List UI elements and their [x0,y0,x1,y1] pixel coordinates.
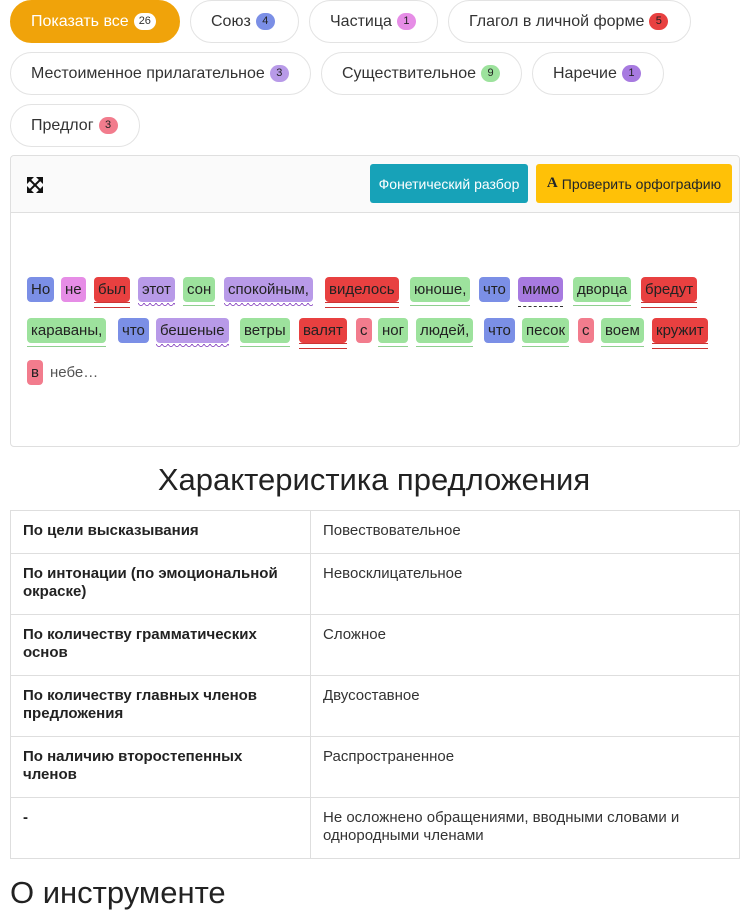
filter-show-all[interactable]: Показать все 26 [10,0,180,43]
table-row: - Не осложнено обращениями, вводными сло… [10,797,740,859]
check-spelling-label: Проверить орфографию [561,175,722,192]
spellcheck-icon: A [546,175,558,191]
filter-count-badge: 9 [481,65,501,82]
filter-label: Местоименное прилагательное [31,64,265,82]
filter-label: Предлог [31,116,94,134]
filter-adverb[interactable]: Наречие 1 [532,52,664,95]
about-title: О инструменте [10,875,226,910]
filter-count-badge: 26 [133,13,156,30]
word-token[interactable]: этот [138,277,175,308]
word-token[interactable]: ветры [240,318,290,347]
word-token[interactable]: кружит [652,318,708,349]
word-token[interactable]: мимо [518,277,564,307]
filter-label: Существительное [342,64,477,82]
text-analysis-card: Фонетический разбор A Проверить орфограф… [10,155,740,447]
word-token[interactable]: бредут [641,277,698,308]
filter-verb[interactable]: Глагол в личной форме 5 [448,0,691,43]
row-key: По интонации (по эмоциональной окраске) [10,553,311,615]
word-token[interactable]: с [356,318,372,343]
row-value: Распространенное [310,736,740,798]
word-token[interactable]: был [94,277,131,308]
sentence-characteristics-table: По цели высказывания Повествовательное П… [10,510,740,859]
word-token[interactable]: караваны, [27,318,107,347]
word-token[interactable]: с [578,318,594,343]
filter-union[interactable]: Союз 4 [190,0,299,43]
word-token[interactable]: сон [183,277,216,306]
word-token[interactable]: что [118,318,149,343]
word-token[interactable]: дворца [573,277,632,306]
filter-label: Глагол в личной форме [469,12,645,30]
word-token[interactable]: ног [378,318,409,347]
word-token[interactable]: не [61,277,86,302]
table-row: По наличию второстепенных членов Распрос… [10,736,740,798]
word-token: небе… [50,364,99,381]
word-token[interactable]: Но [27,277,55,302]
word-token[interactable]: воем [601,318,644,347]
expand-arrows-icon[interactable] [27,177,43,193]
filter-particle[interactable]: Частица 1 [309,0,438,43]
filter-count-badge: 3 [98,117,118,134]
word-token[interactable]: бешеные [156,318,229,349]
filter-label: Показать все [31,12,129,30]
row-key: По наличию второстепенных членов [10,736,311,798]
word-token[interactable]: юноше, [410,277,471,306]
filter-count-badge: 1 [396,13,416,30]
section-title: Характеристика предложения [157,462,591,497]
row-value: Не осложнено обращениями, вводными слова… [310,797,740,859]
table-row: По интонации (по эмоциональной окраске) … [10,553,740,615]
filter-preposition[interactable]: Предлог 3 [10,104,140,147]
row-value: Повествовательное [310,510,740,554]
word-token[interactable]: виделось [325,277,399,308]
word-token[interactable]: что [484,318,515,343]
row-value: Невосклицательное [310,553,740,615]
filter-label: Наречие [553,64,617,82]
filter-count-badge: 4 [255,13,275,30]
row-key: По количеству главных членов предложения [10,675,311,737]
filter-count-badge: 1 [621,65,641,82]
word-token[interactable]: людей, [416,318,474,347]
word-token[interactable]: валят [299,318,347,349]
filter-count-badge: 3 [269,65,289,82]
filter-label: Частица [330,12,392,30]
filter-count-badge: 5 [649,13,669,30]
phonetic-analysis-button[interactable]: Фонетический разбор [370,164,528,203]
filter-noun[interactable]: Существительное 9 [321,52,522,95]
word-token[interactable]: в [27,360,43,385]
table-row: По количеству главных членов предложения… [10,675,740,737]
word-token[interactable]: что [479,277,510,302]
table-row: По количеству грамматических основ Сложн… [10,614,740,676]
word-token[interactable]: песок [522,318,570,347]
check-spelling-button[interactable]: A Проверить орфографию [536,164,732,203]
row-value: Сложное [310,614,740,676]
filter-pronoun-adjective[interactable]: Местоименное прилагательное 3 [10,52,311,95]
row-key: По цели высказывания [10,510,311,554]
word-token[interactable]: спокойным, [224,277,313,308]
row-key: По количеству грамматических основ [10,614,311,676]
row-value: Двусоставное [310,675,740,737]
row-key: - [10,797,311,859]
phonetic-analysis-label: Фонетический разбор [378,175,520,192]
table-row: По цели высказывания Повествовательное [10,510,740,554]
filter-label: Союз [211,12,251,30]
card-toolbar: Фонетический разбор A Проверить орфограф… [11,156,739,213]
